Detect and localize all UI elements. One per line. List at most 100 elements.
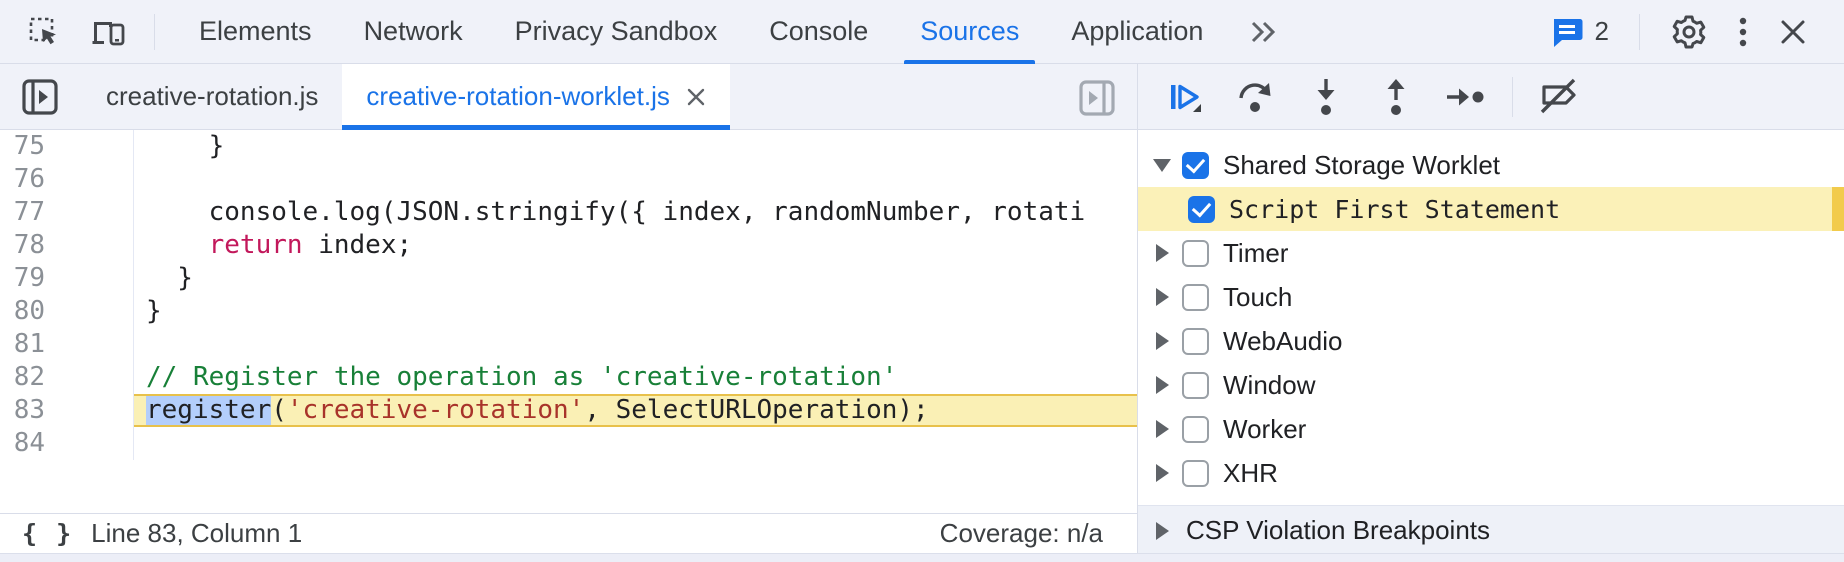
resume-script-icon[interactable]	[1158, 71, 1214, 123]
hide-debugger-sidebar-icon[interactable]	[1077, 78, 1117, 118]
step-over-icon[interactable]	[1228, 71, 1284, 123]
tab-sources[interactable]: Sources	[894, 0, 1045, 64]
breakpoint-row-window[interactable]: Window	[1138, 363, 1844, 407]
code-line-75[interactable]: 75 }	[0, 130, 1137, 163]
file-tab-creative-rotation.js[interactable]: creative-rotation.js	[82, 64, 342, 129]
line-number[interactable]: 81	[0, 328, 134, 361]
code-line-83[interactable]: 83register('creative-rotation', SelectUR…	[0, 394, 1137, 427]
breakpoint-row-worker[interactable]: Worker	[1138, 407, 1844, 451]
coverage-label[interactable]: Coverage: n/a	[940, 518, 1137, 549]
breakpoint-row-shared-storage-worklet[interactable]: Shared Storage Worklet	[1138, 143, 1844, 187]
line-number[interactable]: 75	[0, 130, 134, 163]
editor-status-bar: { } Line 83, Column 1 Coverage: n/a	[0, 513, 1137, 553]
breakpoint-row-webaudio[interactable]: WebAudio	[1138, 319, 1844, 363]
checkbox-unchecked[interactable]	[1182, 372, 1209, 399]
devtools-main-toolbar: ElementsNetworkPrivacy SandboxConsoleSou…	[0, 0, 1844, 64]
code-line-78[interactable]: 78 return index;	[0, 229, 1137, 262]
line-number[interactable]: 76	[0, 163, 134, 196]
toolbar-divider	[154, 14, 155, 50]
breakpoint-row-timer[interactable]: Timer	[1138, 231, 1844, 275]
line-number[interactable]: 84	[0, 427, 134, 460]
pretty-print-icon[interactable]: { }	[0, 519, 91, 548]
line-number[interactable]: 80	[0, 295, 134, 328]
checkbox-unchecked[interactable]	[1182, 240, 1209, 267]
inspect-element-icon[interactable]	[26, 14, 62, 50]
file-tab-label: creative-rotation.js	[106, 81, 318, 112]
settings-gear-icon[interactable]	[1670, 13, 1708, 51]
toolbar-divider	[1639, 14, 1640, 50]
code-content: return index;	[134, 229, 1137, 262]
breakpoint-label: Timer	[1223, 238, 1288, 269]
breakpoint-label: Worker	[1223, 414, 1306, 445]
checkbox-checked[interactable]	[1188, 196, 1215, 223]
code-token: (	[271, 395, 287, 425]
code-line-76[interactable]: 76	[0, 163, 1137, 196]
checkbox-unchecked[interactable]	[1182, 416, 1209, 443]
code-line-80[interactable]: 80}	[0, 295, 1137, 328]
code-editor[interactable]: 75 }7677 console.log(JSON.stringify({ in…	[0, 130, 1137, 513]
code-token: return	[209, 230, 303, 260]
csp-section-label: CSP Violation Breakpoints	[1186, 515, 1490, 546]
line-number[interactable]: 78	[0, 229, 134, 262]
step-out-icon[interactable]	[1368, 71, 1424, 123]
event-listener-breakpoints-pane: Shared Storage Worklet Script First State…	[1137, 130, 1844, 553]
step-into-icon[interactable]	[1298, 71, 1354, 123]
tab-application[interactable]: Application	[1045, 0, 1229, 64]
code-line-81[interactable]: 81	[0, 328, 1137, 361]
tab-network[interactable]: Network	[338, 0, 489, 64]
close-tab-icon[interactable]	[686, 87, 706, 107]
code-token: console.log(JSON.stringify({ index, rand…	[146, 197, 1085, 227]
breakpoint-row-xhr[interactable]: XHR	[1138, 451, 1844, 495]
code-token: 'creative-rotation'	[287, 395, 584, 425]
deactivate-breakpoints-icon[interactable]	[1531, 71, 1587, 123]
code-line-82[interactable]: 82// Register the operation as 'creative…	[0, 361, 1137, 394]
line-number[interactable]: 82	[0, 361, 134, 394]
code-token	[146, 230, 209, 260]
code-token: index;	[303, 230, 413, 260]
chevron-right-icon[interactable]	[1152, 376, 1172, 394]
checkbox-unchecked[interactable]	[1182, 328, 1209, 355]
chevron-right-icon[interactable]	[1152, 288, 1172, 306]
line-number[interactable]: 79	[0, 262, 134, 295]
toolbar-divider	[1512, 77, 1513, 117]
tab-elements[interactable]: Elements	[173, 0, 338, 64]
selected-token: register	[146, 395, 271, 425]
file-tab-creative-rotation-worklet.js[interactable]: creative-rotation-worklet.js	[342, 64, 729, 129]
code-line-77[interactable]: 77 console.log(JSON.stringify({ index, r…	[0, 196, 1137, 229]
tab-console[interactable]: Console	[743, 0, 894, 64]
line-number[interactable]: 77	[0, 196, 134, 229]
code-content: // Register the operation as 'creative-r…	[134, 361, 1137, 394]
cursor-position-label: Line 83, Column 1	[91, 518, 302, 549]
breakpoint-row-touch[interactable]: Touch	[1138, 275, 1844, 319]
debugger-toolbar	[1137, 64, 1844, 130]
checkbox-checked[interactable]	[1182, 152, 1209, 179]
breakpoint-row-script-first-statement[interactable]: Script First Statement	[1138, 187, 1844, 231]
device-toolbar-icon[interactable]	[88, 14, 128, 50]
code-content: }	[134, 295, 1137, 328]
csp-violation-breakpoints-section[interactable]: CSP Violation Breakpoints	[1138, 505, 1844, 553]
breakpoint-label: Window	[1223, 370, 1315, 401]
chevron-right-icon[interactable]	[1152, 420, 1172, 438]
chevron-right-icon[interactable]	[1152, 244, 1172, 262]
issues-counter[interactable]: 2	[1549, 15, 1609, 49]
code-line-79[interactable]: 79 }	[0, 262, 1137, 295]
line-number[interactable]: 83	[0, 394, 134, 427]
main-panel-tabs: ElementsNetworkPrivacy SandboxConsoleSou…	[173, 0, 1229, 64]
chevron-down-icon[interactable]	[1152, 159, 1172, 172]
code-content	[134, 427, 1137, 460]
breakpoint-label: Script First Statement	[1229, 195, 1560, 224]
checkbox-unchecked[interactable]	[1182, 460, 1209, 487]
chevron-right-icon[interactable]	[1152, 332, 1172, 350]
checkbox-unchecked[interactable]	[1182, 284, 1209, 311]
more-tabs-icon[interactable]	[1229, 17, 1297, 47]
code-line-84[interactable]: 84	[0, 427, 1137, 460]
more-options-menu-icon[interactable]	[1738, 14, 1748, 50]
chevron-right-icon[interactable]	[1152, 464, 1172, 482]
code-content	[134, 328, 1137, 361]
close-devtools-icon[interactable]	[1778, 17, 1808, 47]
show-navigator-icon[interactable]	[0, 64, 82, 129]
step-icon[interactable]	[1438, 71, 1494, 123]
file-tab-label: creative-rotation-worklet.js	[366, 81, 669, 112]
tab-privacy-sandbox[interactable]: Privacy Sandbox	[489, 0, 744, 64]
devtools-window: ElementsNetworkPrivacy SandboxConsoleSou…	[0, 0, 1844, 562]
